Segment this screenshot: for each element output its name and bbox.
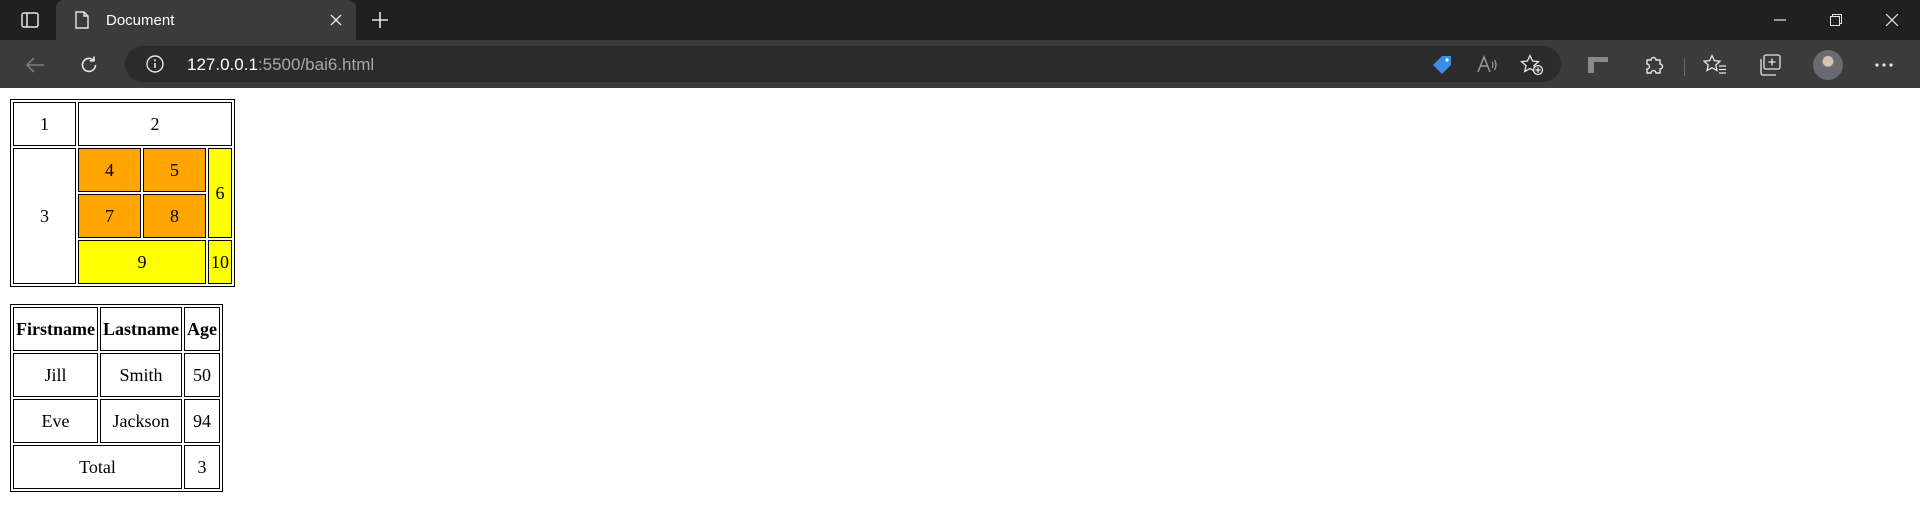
restore-icon [1830, 14, 1842, 26]
settings-more-button[interactable] [1869, 50, 1899, 80]
cell-lastname: Smith [99, 353, 182, 397]
page-content: 1 2 3 4 5 6 7 8 9 10 Firstname Lastname … [0, 88, 1920, 527]
close-window-button[interactable] [1864, 0, 1920, 40]
tab-actions-button[interactable] [12, 6, 48, 34]
cell-8: 8 [143, 194, 206, 238]
tab-bar: Document [0, 0, 1920, 40]
address-bar[interactable]: 127.0.0.1:5500/bai6.html [125, 46, 1561, 82]
header-age: Age [183, 307, 220, 351]
read-aloud-icon[interactable] [1475, 53, 1499, 77]
extensions-button[interactable] [1639, 50, 1669, 80]
cell-5: 5 [143, 148, 206, 192]
new-tab-button[interactable] [366, 6, 394, 34]
url-path: :5500/bai6.html [257, 55, 375, 74]
restore-button[interactable] [1808, 0, 1864, 40]
total-row: Total 3 [13, 445, 220, 489]
cell-10: 10 [208, 240, 232, 284]
minimize-icon [1774, 19, 1786, 21]
puzzle-icon [1646, 56, 1664, 74]
table-header-row: Firstname Lastname Age [13, 307, 220, 351]
people-table: Firstname Lastname Age Jill Smith 50 Eve… [10, 304, 223, 492]
cell-9: 9 [78, 240, 206, 284]
cell-firstname: Jill [13, 353, 98, 397]
toolbar-separator [1684, 58, 1685, 76]
tab-title: Document [106, 11, 175, 29]
minimize-button[interactable] [1752, 0, 1808, 40]
close-icon [330, 14, 342, 26]
close-tab-button[interactable] [322, 6, 350, 34]
url-host: 127.0.0.1 [187, 55, 258, 74]
favorites-icon [1703, 54, 1726, 74]
plus-icon [372, 12, 388, 28]
total-label: Total [13, 445, 182, 489]
back-button[interactable] [20, 50, 50, 80]
info-icon[interactable] [145, 54, 165, 74]
url-text: 127.0.0.1:5500/bai6.html [187, 55, 374, 75]
cell-7: 7 [78, 194, 141, 238]
collections-icon [1760, 54, 1781, 76]
cell-firstname: Eve [13, 399, 98, 443]
refresh-icon [81, 56, 97, 73]
merged-cells-table: 1 2 3 4 5 6 7 8 9 10 [10, 99, 235, 287]
header-firstname: Firstname [13, 307, 98, 351]
shopping-tag-icon[interactable] [1430, 53, 1454, 77]
back-arrow-icon [25, 57, 44, 73]
more-dots-icon [1875, 63, 1893, 67]
favorites-button[interactable] [1700, 50, 1730, 80]
table-row: Eve Jackson 94 [13, 399, 220, 443]
refresh-button[interactable] [74, 50, 104, 80]
cell-age: 94 [183, 399, 220, 443]
tab-actions-icon [21, 12, 39, 28]
add-favorite-icon[interactable] [1520, 53, 1544, 77]
cell-1: 1 [13, 102, 76, 146]
cell-4: 4 [78, 148, 141, 192]
tab-document[interactable]: Document [56, 0, 356, 40]
document-icon [72, 10, 92, 30]
window-controls [1752, 0, 1920, 40]
cell-6: 6 [208, 148, 232, 238]
total-value: 3 [183, 445, 220, 489]
collections-sidebar-button[interactable] [1583, 50, 1613, 80]
cell-lastname: Jackson [99, 399, 182, 443]
cell-age: 50 [183, 353, 220, 397]
browser-toolbar: 127.0.0.1:5500/bai6.html [0, 40, 1920, 88]
close-icon [1886, 14, 1898, 26]
table-row: Jill Smith 50 [13, 353, 220, 397]
header-lastname: Lastname [99, 307, 182, 351]
profile-avatar[interactable] [1813, 50, 1843, 80]
sidebar-icon [1588, 57, 1608, 73]
cell-2: 2 [78, 102, 232, 146]
collections-button[interactable] [1755, 50, 1785, 80]
cell-3: 3 [13, 148, 76, 284]
